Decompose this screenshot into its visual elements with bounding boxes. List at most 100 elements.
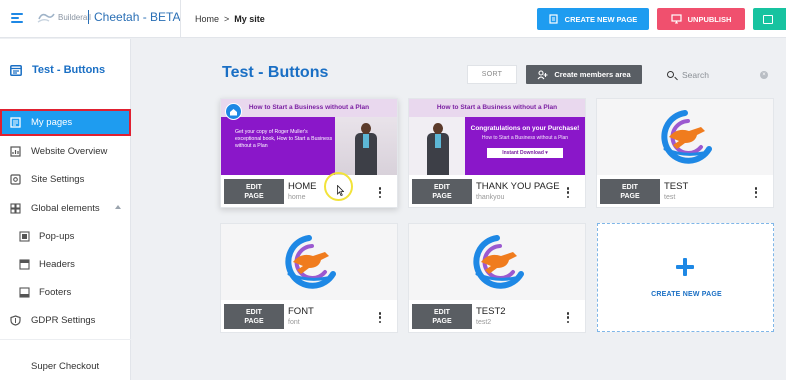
page-card-home[interactable]: How to Start a Business without a Plan G… [220,98,398,208]
settings-icon [10,174,21,185]
page-thumbnail[interactable]: How to Start a Business without a Plan C… [409,99,585,175]
header-icon [19,259,30,270]
edit-page-button[interactable]: EDIT PAGE [412,304,472,329]
page-card-font[interactable]: EDIT PAGE FONT font [220,223,398,333]
plus-icon [675,257,695,277]
page-card-test2[interactable]: EDIT PAGE TEST2 test2 [408,223,586,333]
search-box: × [658,66,774,84]
thumbnail-subtitle: How to Start a Business without a Plan [481,135,569,141]
thumbnail-headline: How to Start a Business without a Plan [409,99,585,117]
sidebar-item-global-elements[interactable]: Global elements [0,195,131,222]
sidebar-item-super-checkout[interactable]: Super Checkout [0,353,131,380]
thumbnail-photo [409,117,465,175]
page-thumbnail[interactable]: How to Start a Business without a Plan G… [221,99,397,175]
thumbnail-headline: How to Start a Business without a Plan [221,99,397,117]
clear-search-icon[interactable]: × [760,71,768,79]
edit-page-button[interactable]: EDIT PAGE [600,179,660,204]
monitor-icon [763,14,773,24]
sidebar: Test - Buttons My pages Website Overview… [0,39,131,380]
user-add-icon [537,69,548,79]
monitor-icon [671,14,682,24]
thumbnail-title: Congratulations on your Purchase! [470,125,580,132]
more-options-icon[interactable] [754,187,758,198]
breadcrumb-separator: > [224,14,230,24]
unpublish-button[interactable]: UNPUBLISH [657,8,745,30]
sidebar-item-label: Pop-ups [39,231,75,242]
card-footer: EDIT PAGE TEST2 test2 [409,302,585,332]
card-footer: EDIT PAGE FONT font [221,302,397,332]
popup-icon [19,231,30,242]
breadcrumb: Home > My site [195,14,265,24]
sort-button[interactable]: SORT [467,65,517,84]
page-card-test[interactable]: EDIT PAGE TEST test [596,98,774,208]
site-name: Test - Buttons [32,64,106,76]
cheetah-logo-icon [473,235,524,289]
create-new-page-label: CREATE NEW PAGE [564,14,638,24]
divider [0,339,131,340]
page-slug: thankyou [476,194,505,201]
publish-button[interactable] [753,8,786,30]
thumbnail-body: Get your copy of Roger Muller's exceptio… [221,117,397,175]
page-thumbnail[interactable] [597,99,773,175]
chevron-up-icon[interactable] [115,205,121,209]
page-name: FONT [288,306,314,317]
sidebar-item-label: Global elements [31,203,100,214]
site-icon [10,64,22,76]
page-card-thank-you[interactable]: How to Start a Business without a Plan C… [408,98,586,208]
page-thumbnail[interactable] [409,224,585,300]
sidebar-item-label: Headers [39,259,75,270]
breadcrumb-home[interactable]: Home [195,14,219,24]
unpublish-label: UNPUBLISH [687,14,732,24]
page-name: TEST [664,181,689,192]
chart-icon [10,146,21,157]
edit-page-button[interactable]: EDIT PAGE [224,179,284,204]
page-slug: font [288,319,300,326]
page-title: Test - Buttons [222,64,329,81]
sidebar-item-label: GDPR Settings [31,315,96,326]
sidebar-item-headers[interactable]: Headers [0,251,131,278]
breadcrumb-current: My site [234,14,265,24]
edit-page-button[interactable]: EDIT PAGE [412,179,472,204]
sidebar-item-website-overview[interactable]: Website Overview [0,138,131,165]
sidebar-item-label: Footers [39,287,72,298]
more-options-icon[interactable] [566,312,570,323]
thumbnail-body: Congratulations on your Purchase! How to… [409,117,585,175]
search-input[interactable] [682,68,752,82]
edit-page-button[interactable]: EDIT PAGE [224,304,284,329]
more-options-icon[interactable] [378,312,382,323]
logo-text: Builderall [58,12,91,22]
page-name: THANK YOU PAGE [476,181,560,192]
search-icon [667,71,674,78]
divider [180,0,181,38]
page-name: TEST2 [476,306,506,317]
sidebar-item-gdpr-settings[interactable]: GDPR Settings [0,307,131,334]
sidebar-item-label: Website Overview [31,146,108,157]
create-new-page-card[interactable]: CREATE NEW PAGE [597,223,774,332]
page-thumbnail[interactable] [221,224,397,300]
menu-icon[interactable] [11,13,23,23]
page-add-icon [549,14,558,24]
more-options-icon[interactable] [378,187,382,198]
sidebar-item-footers[interactable]: Footers [0,279,131,306]
card-footer: EDIT PAGE THANK YOU PAGE thankyou [409,177,585,207]
mouse-pointer-icon [337,185,344,196]
create-new-page-label: CREATE NEW PAGE [651,291,722,298]
more-options-icon[interactable] [566,187,570,198]
page-slug: home [288,194,306,201]
create-new-page-button[interactable]: CREATE NEW PAGE [537,8,649,30]
app-title: Cheetah - BETA [88,10,180,24]
cheetah-logo-icon [661,110,712,164]
thumbnail-photo [335,117,397,175]
create-members-area-button[interactable]: Create members area [526,65,642,84]
shield-icon [10,315,21,326]
builderall-logo-icon [37,10,55,24]
globe-icon [10,203,21,214]
sidebar-item-popups[interactable]: Pop-ups [0,223,131,250]
cheetah-logo-icon [285,235,336,289]
footer-icon [19,287,30,298]
pages-icon [10,117,21,128]
top-bar: Builderall Cheetah - BETA Home > My site… [0,0,786,38]
sidebar-item-my-pages[interactable]: My pages [0,109,131,136]
sidebar-item-site-settings[interactable]: Site Settings [0,166,131,193]
thumbnail-text: Get your copy of Roger Muller's exceptio… [235,129,333,149]
